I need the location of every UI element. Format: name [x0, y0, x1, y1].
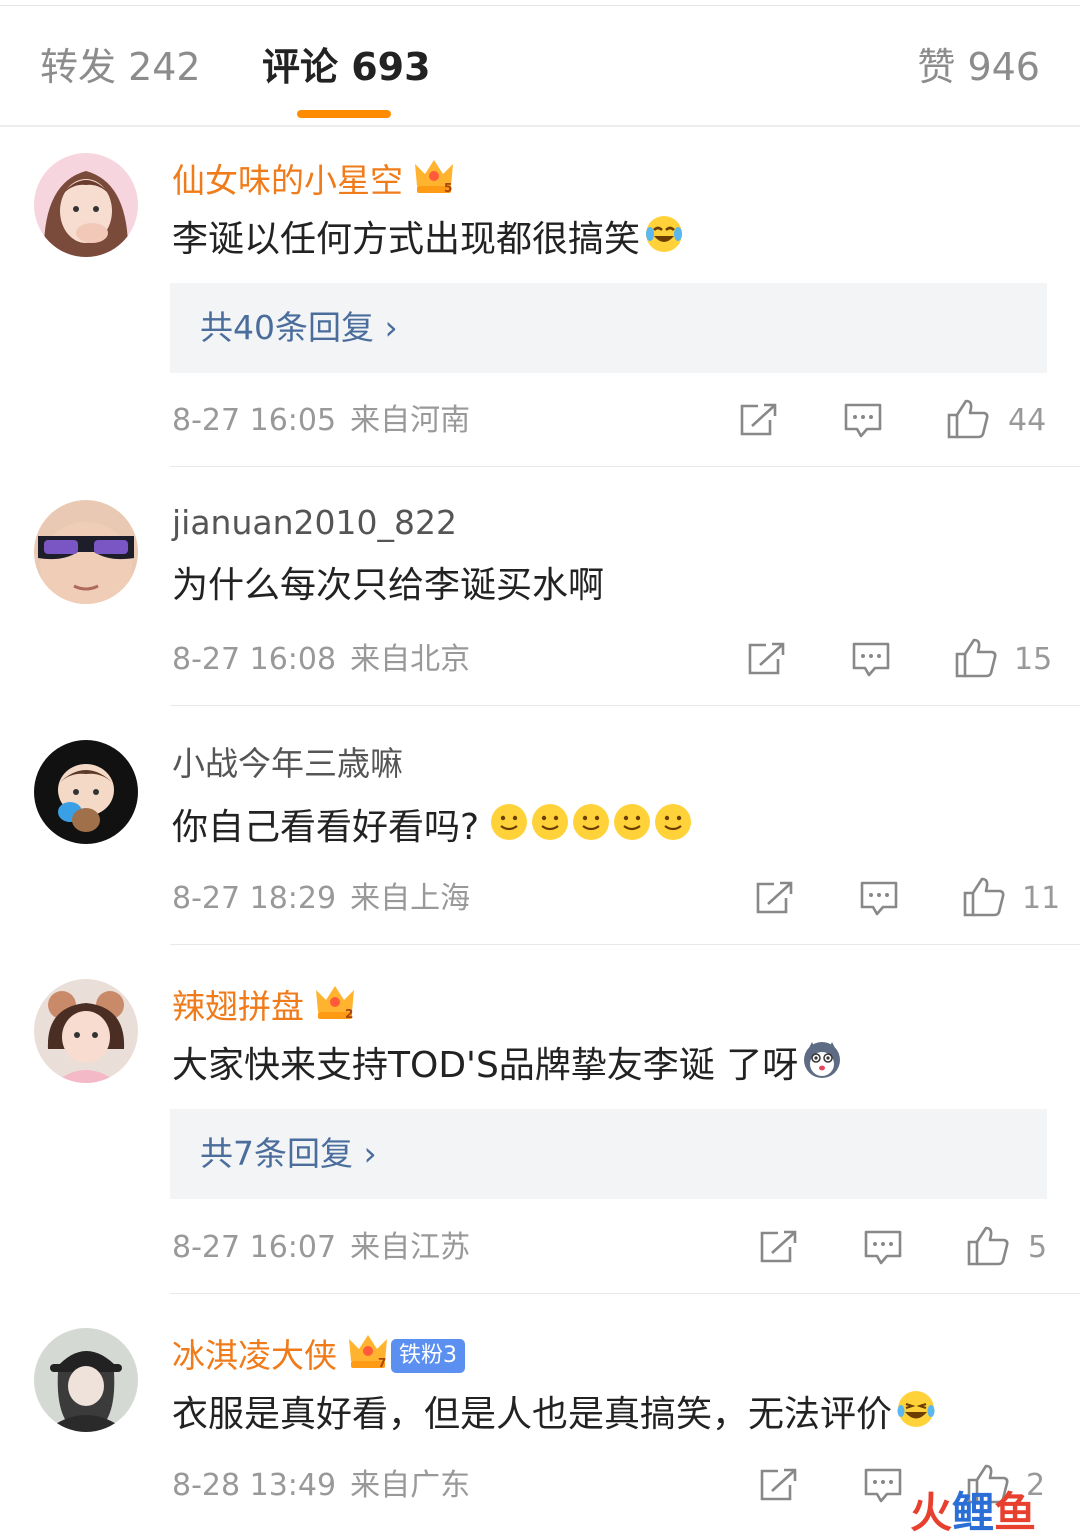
tab-likes[interactable]: 赞 946 — [917, 44, 1040, 90]
thumbs-up-icon[interactable] — [946, 398, 990, 444]
comment-meta: 8-27 18:29 来自上海 — [172, 881, 471, 916]
vip-crown-icon: 2 — [314, 982, 356, 1031]
comment-divider — [170, 944, 1080, 945]
share-icon[interactable] — [746, 641, 786, 681]
username[interactable]: 仙女味的小星空 5 — [172, 156, 455, 205]
svg-text:2: 2 — [345, 1007, 353, 1021]
comment-icon[interactable] — [851, 641, 891, 683]
smile-emoji-icon — [489, 802, 692, 854]
like-count: 5 — [1028, 1230, 1048, 1265]
username[interactable]: 辣翅拼盘 2 — [172, 982, 356, 1031]
comment-divider — [170, 466, 1080, 467]
username[interactable]: jianuan2010_822 — [172, 503, 457, 543]
replies-link[interactable]: 共40条回复 › — [170, 283, 1047, 373]
watermark-logo: 火鲤鱼 — [910, 1488, 1037, 1537]
comment-text: 为什么每次只给李诞买水啊 — [172, 565, 605, 606]
comment-text: 李诞以任何方式出现都很搞笑 — [172, 214, 684, 266]
thumbs-up-icon[interactable] — [962, 876, 1006, 922]
vip-crown-icon: 7 — [347, 1331, 389, 1380]
comment-icon[interactable] — [863, 1467, 903, 1509]
comment-icon[interactable] — [859, 880, 899, 922]
share-icon[interactable] — [758, 1467, 798, 1507]
laughing-emoji-icon — [896, 1389, 936, 1441]
thumbs-up-icon[interactable] — [954, 637, 998, 683]
avatar[interactable] — [34, 1328, 138, 1432]
comment-meta: 8-27 16:08 来自北京 — [172, 642, 471, 677]
comment-text: 大家快来支持TOD'S品牌挚友李诞 了呀 — [172, 1040, 842, 1092]
avatar[interactable] — [34, 500, 138, 604]
comment-text: 你自己看看好看吗? — [172, 802, 692, 854]
comment-meta: 8-28 13:49 来自广东 — [172, 1468, 471, 1503]
laughing-crying-emoji-icon — [644, 214, 684, 266]
tab-repost[interactable]: 转发 242 — [40, 44, 201, 90]
comment-text: 衣服是真好看，但是人也是真搞笑，无法评价 — [172, 1389, 936, 1441]
like-count: 44 — [1008, 403, 1047, 438]
active-tab-indicator — [297, 110, 391, 118]
avatar[interactable] — [34, 153, 138, 257]
like-count: 15 — [1014, 642, 1053, 677]
thumbs-up-icon[interactable] — [966, 1225, 1010, 1271]
avatar[interactable] — [34, 740, 138, 844]
username[interactable]: 冰淇凌大侠 7 铁粉3 — [172, 1331, 465, 1380]
husky-emoji-icon — [802, 1040, 842, 1092]
comment-icon[interactable] — [863, 1229, 903, 1271]
comment-tabs: 转发 242 评论 693 赞 946 — [0, 6, 1080, 127]
tab-comments[interactable]: 评论 693 — [262, 44, 431, 90]
comment-meta: 8-27 16:07 来自江苏 — [172, 1230, 471, 1265]
comment-meta: 8-27 16:05 来自河南 — [172, 403, 471, 438]
fan-level-badge: 铁粉3 — [391, 1338, 465, 1373]
comment-divider — [170, 705, 1080, 706]
replies-link[interactable]: 共7条回复 › — [170, 1109, 1047, 1199]
share-icon[interactable] — [738, 402, 778, 442]
svg-text:5: 5 — [444, 181, 452, 195]
share-icon[interactable] — [758, 1229, 798, 1269]
comment-divider — [170, 1293, 1080, 1294]
vip-crown-icon: 5 — [413, 156, 455, 205]
like-count: 11 — [1022, 881, 1061, 916]
svg-text:7: 7 — [378, 1356, 386, 1370]
username[interactable]: 小战今年三歳嘛 — [172, 744, 403, 784]
avatar[interactable] — [34, 979, 138, 1083]
comment-icon[interactable] — [843, 402, 883, 444]
share-icon[interactable] — [754, 880, 794, 920]
